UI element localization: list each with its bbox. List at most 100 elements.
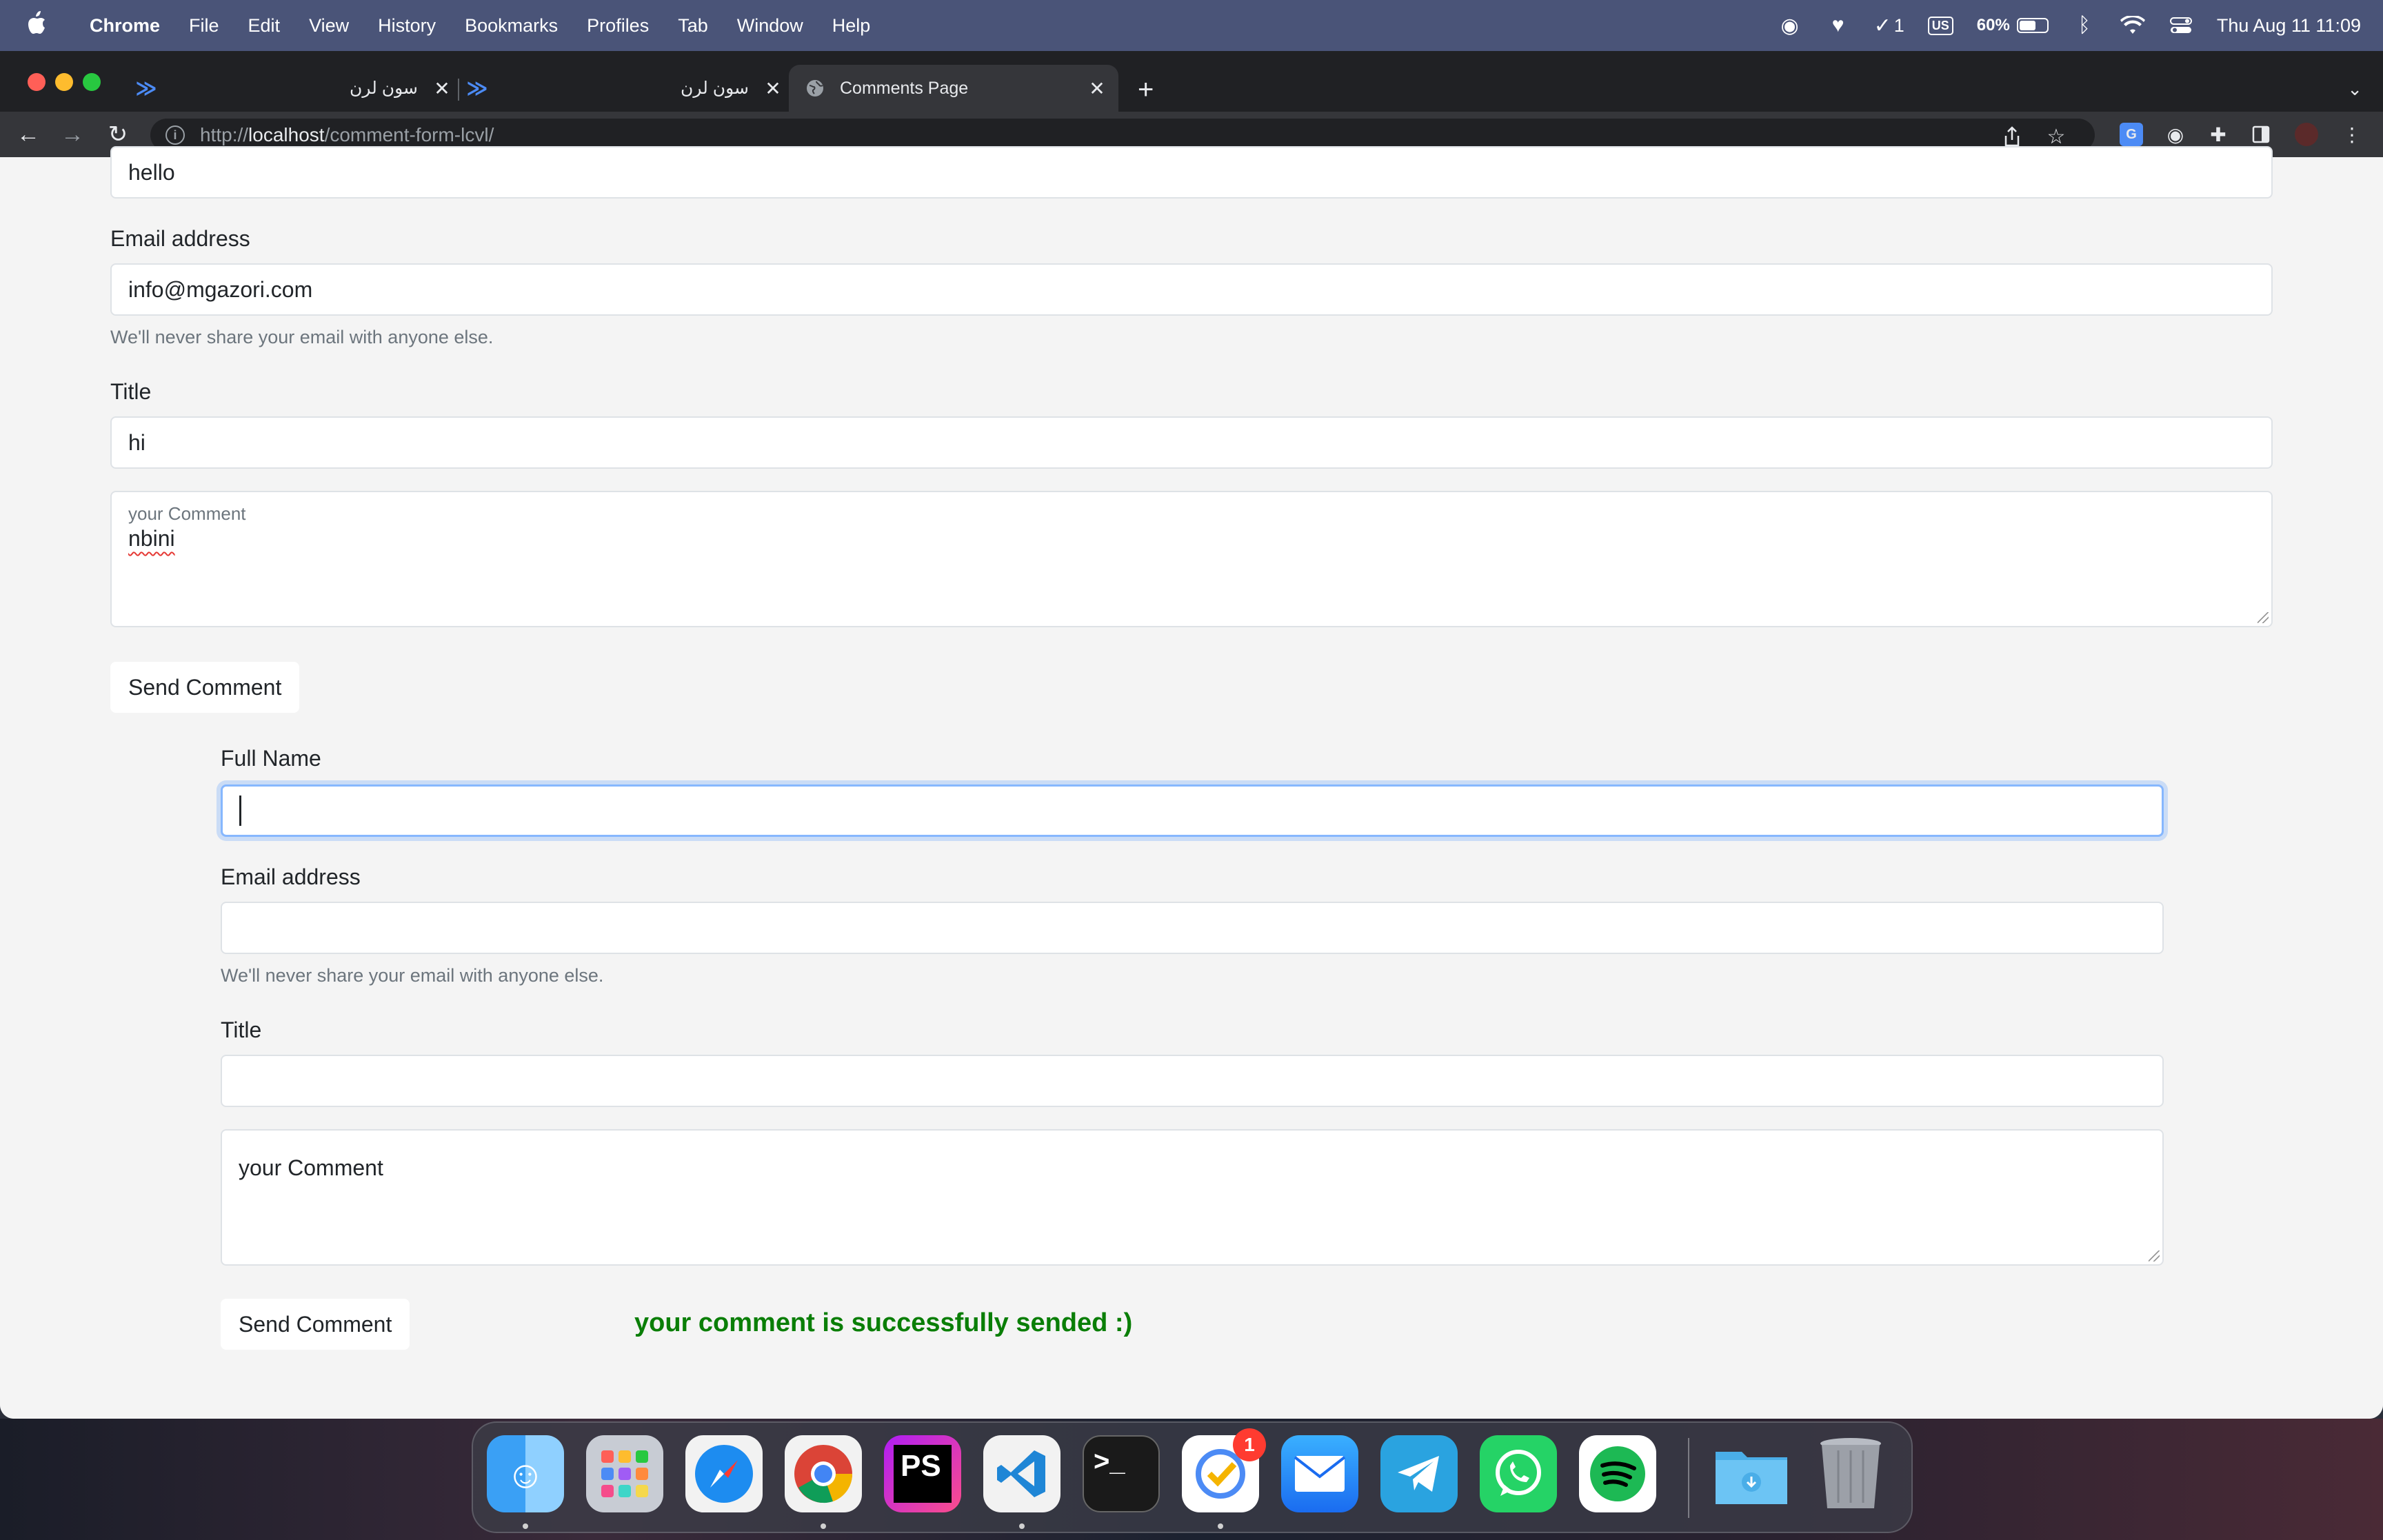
resize-handle-icon[interactable] <box>2258 612 2269 623</box>
form1-email-label: Email address <box>110 226 250 251</box>
success-message: your comment is successfully sended :) <box>634 1308 1133 1337</box>
form1-comment-textarea[interactable]: your Comment nbini <box>110 491 2273 627</box>
site-info-icon[interactable]: i <box>165 125 185 145</box>
menu-app-name[interactable]: Chrome <box>90 15 160 37</box>
shield-check-icon[interactable]: ♥ <box>1826 13 1851 38</box>
form2-comment-placeholder: your Comment <box>239 1155 383 1180</box>
url-path: /comment-form-lcvl/ <box>324 124 494 145</box>
tab-sonlearn-2[interactable]: ≫ سون لرن ✕ <box>466 65 783 112</box>
running-indicator <box>1019 1523 1025 1529</box>
menu-bar-clock[interactable]: Thu Aug 11 11:09 <box>2217 15 2361 37</box>
menu-window[interactable]: Window <box>737 15 803 37</box>
tab-strip: ≫ سون لرن ✕ ≫ سون لرن ✕ Comments Page ✕ … <box>0 51 2383 112</box>
downloads-folder-icon[interactable] <box>1713 1435 1790 1512</box>
form1-title-input[interactable]: hi <box>110 416 2273 469</box>
profile-avatar[interactable] <box>2295 123 2318 146</box>
form2-send-comment-button[interactable]: Send Comment <box>221 1299 410 1350</box>
form2-comment-textarea[interactable]: your Comment <box>221 1129 2164 1266</box>
running-indicator <box>821 1523 826 1529</box>
menu-edit[interactable]: Edit <box>248 15 281 37</box>
menu-help[interactable]: Help <box>832 15 871 37</box>
form1-full-name-input[interactable]: hello <box>110 146 2273 199</box>
menu-profiles[interactable]: Profiles <box>587 15 649 37</box>
tab-title: Comments Page <box>840 78 969 98</box>
battery-fill <box>2019 21 2035 30</box>
browser-window: ≫ سون لرن ✕ ≫ سون لرن ✕ Comments Page ✕ … <box>0 51 2383 1419</box>
resize-handle-icon[interactable] <box>2149 1250 2160 1262</box>
bluetooth-icon[interactable]: ᛒ <box>2072 13 2097 38</box>
forward-button[interactable]: → <box>58 120 87 149</box>
menu-tab[interactable]: Tab <box>678 15 708 37</box>
url-host: localhost <box>248 124 325 145</box>
form1-email-help-text: We'll never share your email with anyone… <box>110 327 494 347</box>
whatsapp-icon[interactable] <box>1480 1435 1557 1512</box>
mail-icon[interactable] <box>1281 1435 1358 1512</box>
form1-email-input[interactable]: info@mgazori.com <box>110 263 2273 316</box>
close-tab-icon[interactable]: ✕ <box>432 78 452 99</box>
tasks-icon[interactable]: 1 <box>1182 1428 1266 1512</box>
vpn-extension-icon[interactable]: ◉ <box>2164 123 2187 146</box>
battery-status[interactable]: 60% <box>1977 16 2049 35</box>
form1-title-label: Title <box>110 379 152 404</box>
chrome-menu-icon[interactable]: ⋮ <box>2340 123 2364 146</box>
tab-sonlearn-1[interactable]: ≫ سون لرن ✕ <box>135 65 452 112</box>
terminal-icon[interactable]: >_ <box>1083 1435 1160 1512</box>
menu-history[interactable]: History <box>378 15 436 37</box>
chrome-icon[interactable] <box>785 1435 862 1512</box>
back-button[interactable]: ← <box>14 120 43 149</box>
form2-title-input[interactable] <box>221 1055 2164 1107</box>
close-tab-icon[interactable]: ✕ <box>763 78 783 99</box>
tab-title: سون لرن <box>681 79 749 98</box>
extensions-puzzle-icon[interactable]: ✚ <box>2206 123 2230 146</box>
menu-file[interactable]: File <box>189 15 219 37</box>
form1-comment-value: nbini <box>128 526 175 551</box>
form2-email-input[interactable] <box>221 902 2164 954</box>
dock: ☺ PS >_ 1 <box>472 1421 1913 1533</box>
trash-icon[interactable] <box>1812 1435 1889 1512</box>
tab-search-chevron-icon[interactable]: ⌄ <box>2347 79 2362 100</box>
phpstorm-icon[interactable]: PS <box>884 1435 961 1512</box>
url-scheme: http:// <box>200 124 249 145</box>
comments-page: hello Email address info@mgazori.com We'… <box>0 146 2383 1419</box>
form1-title-value: hi <box>128 429 145 455</box>
globe-icon <box>804 77 826 99</box>
menu-view[interactable]: View <box>309 15 349 37</box>
safari-icon[interactable] <box>685 1435 763 1512</box>
form1-email-value: info@mgazori.com <box>128 276 313 302</box>
keyboard-layout-indicator[interactable]: US <box>1927 16 1953 35</box>
wifi-icon[interactable] <box>2120 13 2145 38</box>
tab-title: سون لرن <box>350 79 418 98</box>
fullscreen-window-button[interactable] <box>83 73 101 91</box>
telegram-icon[interactable] <box>1380 1435 1458 1512</box>
google-translate-icon[interactable]: G <box>2120 123 2143 146</box>
macos-menu-bar: Chrome File Edit View History Bookmarks … <box>0 0 2383 51</box>
menu-bookmarks[interactable]: Bookmarks <box>465 15 558 37</box>
minimize-window-button[interactable] <box>55 73 73 91</box>
running-indicator <box>523 1523 528 1529</box>
form2-title-label: Title <box>221 1017 262 1042</box>
form1-full-name-value: hello <box>128 159 175 185</box>
form1-send-comment-button[interactable]: Send Comment <box>110 662 300 713</box>
tab-separator <box>458 79 459 101</box>
battery-icon <box>2016 18 2049 33</box>
task-count: 1 <box>1893 14 1904 36</box>
form2-full-name-input[interactable] <box>221 784 2164 837</box>
spotify-icon[interactable] <box>1579 1435 1656 1512</box>
side-panel-icon[interactable] <box>2249 123 2273 146</box>
task-check-icon[interactable]: ✓ 1 <box>1874 13 1904 38</box>
reload-button[interactable]: ↻ <box>103 120 132 149</box>
new-tab-button[interactable]: + <box>1138 76 1154 103</box>
sonlearn-logo-icon: ≫ <box>135 77 157 100</box>
apple-menu-icon[interactable] <box>26 10 62 41</box>
vscode-icon[interactable] <box>983 1435 1060 1512</box>
control-center-icon[interactable] <box>2169 13 2193 38</box>
launchpad-icon[interactable] <box>586 1435 663 1512</box>
close-window-button[interactable] <box>28 73 46 91</box>
vpn-status-icon[interactable]: ◉ <box>1778 13 1802 38</box>
finder-icon[interactable]: ☺ <box>487 1435 564 1512</box>
battery-percent: 60% <box>1976 16 2010 34</box>
sonlearn-logo-icon: ≫ <box>466 77 488 100</box>
tab-comments-page[interactable]: Comments Page ✕ <box>789 65 1118 112</box>
close-tab-icon[interactable]: ✕ <box>1087 78 1107 99</box>
form2-email-help-text: We'll never share your email with anyone… <box>221 965 604 986</box>
